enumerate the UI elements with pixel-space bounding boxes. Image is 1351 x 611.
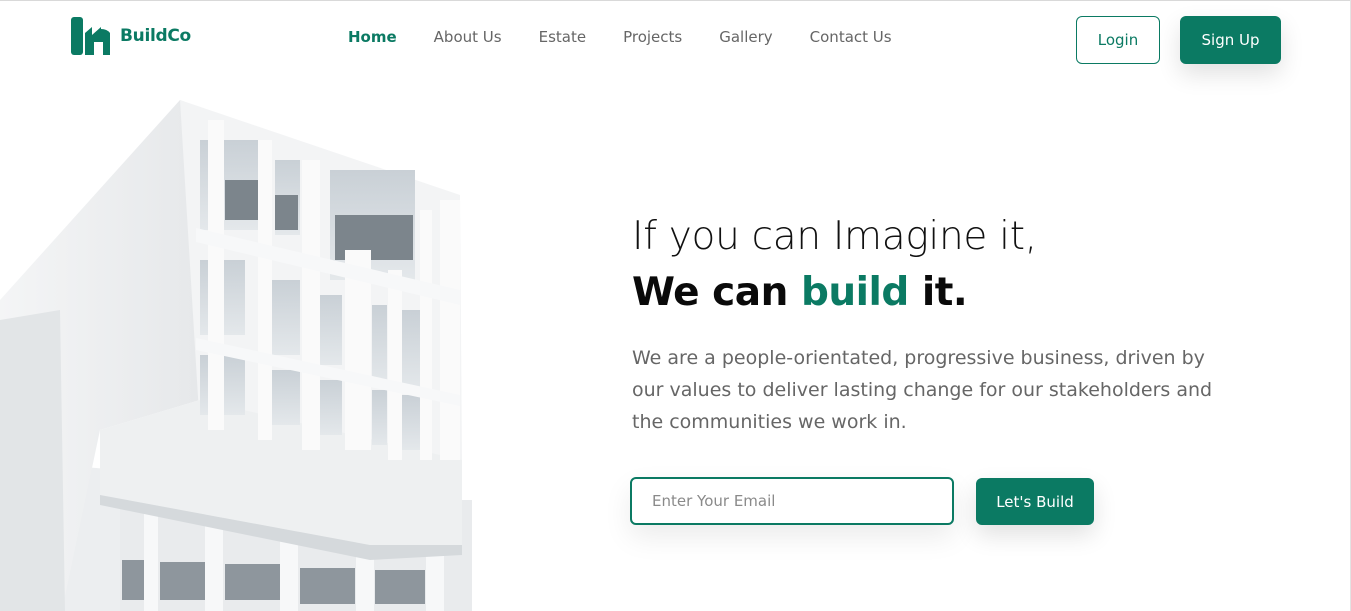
login-button[interactable]: Login bbox=[1076, 16, 1160, 64]
lets-build-button[interactable]: Let's Build bbox=[976, 478, 1094, 525]
nav-item-home[interactable]: Home bbox=[348, 28, 397, 46]
brand-name: BuildCo bbox=[120, 26, 191, 46]
main-nav: Home About Us Estate Projects Gallery Co… bbox=[348, 28, 929, 46]
nav-item-estate[interactable]: Estate bbox=[539, 28, 586, 46]
signup-button[interactable]: Sign Up bbox=[1180, 16, 1281, 64]
hero-building-image bbox=[0, 100, 472, 611]
hero-headline-line2: We can build it. bbox=[632, 270, 968, 315]
brand-logo[interactable]: BuildCo bbox=[70, 15, 191, 57]
nav-item-about-us[interactable]: About Us bbox=[434, 28, 502, 46]
headline-prefix: We can bbox=[632, 270, 801, 315]
hero-description: We are a people-orientated, progressive … bbox=[632, 347, 1213, 433]
top-border bbox=[0, 0, 1351, 1]
nav-item-gallery[interactable]: Gallery bbox=[719, 28, 772, 46]
nav-item-projects[interactable]: Projects bbox=[623, 28, 682, 46]
headline-suffix: it. bbox=[908, 270, 968, 315]
hero-headline-line1: If you can Imagine it, bbox=[632, 214, 1037, 259]
email-input[interactable] bbox=[630, 477, 954, 525]
building-logo-icon bbox=[71, 17, 110, 55]
nav-item-contact-us[interactable]: Contact Us bbox=[810, 28, 892, 46]
headline-accent-word: build bbox=[800, 270, 909, 315]
